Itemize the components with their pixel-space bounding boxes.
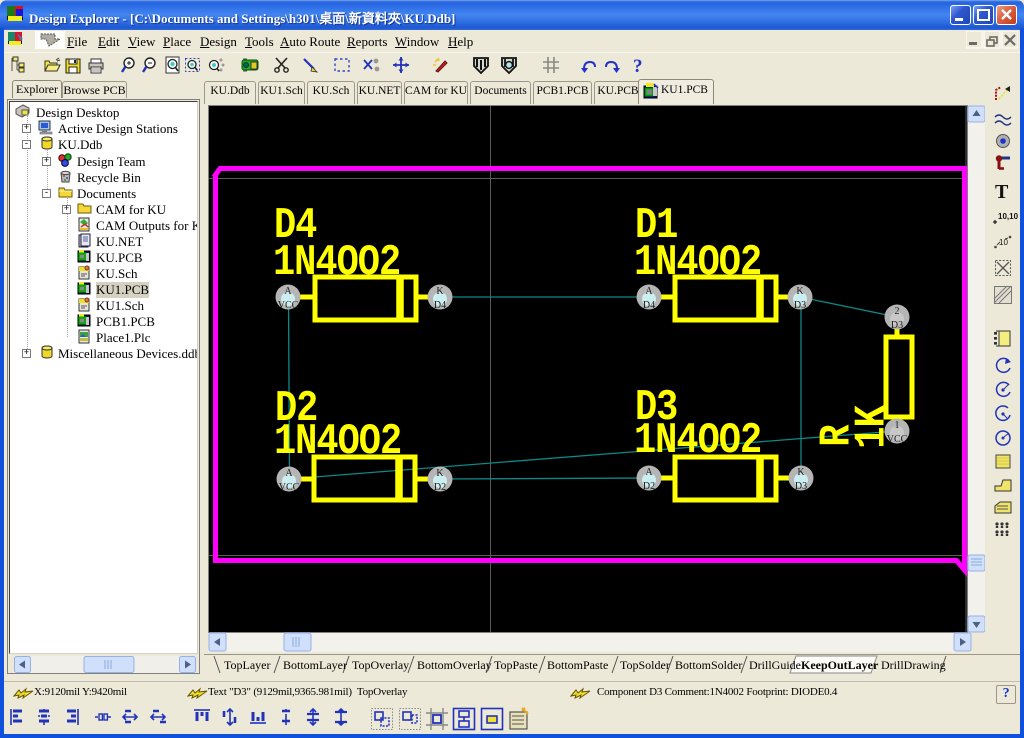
svg-text:TopSolder: TopSolder [620,658,670,672]
svg-text:K: K [436,286,444,297]
svg-text:BottomOverlay: BottomOverlay [417,658,492,672]
svg-text:DrillDrawing: DrillDrawing [881,658,946,672]
svg-text:BottomPaste: BottomPaste [547,658,608,672]
svg-text:VCC: VCC [278,300,299,311]
svg-text:TopOverlay: TopOverlay [352,658,409,672]
svg-text:1N4OO2: 1N4OO2 [274,417,401,467]
svg-text:2: 2 [895,306,900,317]
svg-text:1N4OO2: 1N4OO2 [634,238,761,288]
svg-text:1N4OO2: 1N4OO2 [273,238,400,288]
svg-text:BottomLayer: BottomLayer [283,658,347,672]
svg-text:D3: D3 [891,320,903,331]
svg-text:A: A [645,286,653,297]
svg-text:D3: D3 [795,481,807,492]
svg-text:D2: D2 [643,481,655,492]
svg-text:D3: D3 [794,300,806,311]
svg-text:A: A [284,286,292,297]
svg-text:TopLayer: TopLayer [224,658,270,672]
svg-text:KeepOutLayer: KeepOutLayer [801,658,879,672]
svg-text:VCC: VCC [887,434,908,445]
svg-text:D4: D4 [643,300,655,311]
svg-text:10: 10 [999,238,1008,247]
svg-text:K: K [796,286,804,297]
svg-text:1N4OO2: 1N4OO2 [634,416,761,466]
svg-text:D2: D2 [434,482,446,493]
svg-text:TopPaste: TopPaste [494,658,538,672]
svg-text:K: K [797,467,805,478]
svg-text:1: 1 [895,420,900,431]
svg-text:A: A [645,467,653,478]
svg-text:K: K [436,468,444,479]
svg-text:DrillGuide: DrillGuide [749,658,801,672]
svg-text:?: ? [633,56,643,77]
svg-text:BottomSolder: BottomSolder [675,658,742,672]
svg-text:D4: D4 [434,300,446,311]
svg-text:T: T [995,181,1009,203]
svg-text:A: A [285,468,293,479]
svg-text:10,10: 10,10 [998,212,1019,221]
svg-text:VCC: VCC [279,482,300,493]
